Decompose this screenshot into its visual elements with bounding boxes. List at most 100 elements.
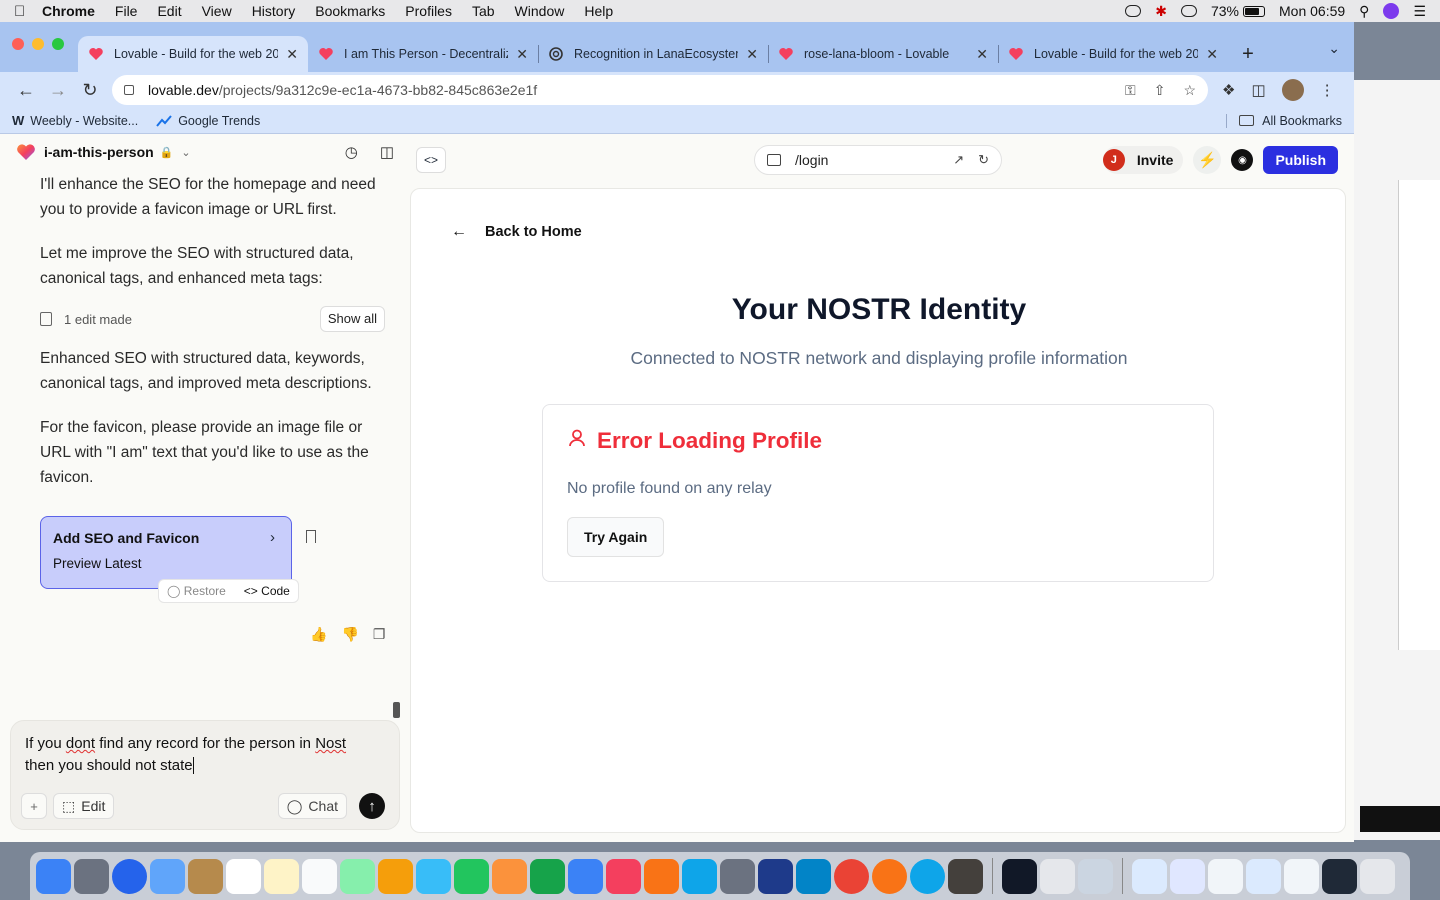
- facetime-icon[interactable]: [454, 858, 489, 894]
- keynote-icon[interactable]: [568, 858, 603, 894]
- books-icon[interactable]: [644, 858, 679, 894]
- minimized-window-icon[interactable]: [1170, 858, 1205, 894]
- key-icon[interactable]: ⚿: [1125, 82, 1136, 99]
- bookmark-google-trends[interactable]: Google Trends: [156, 114, 260, 128]
- preview-route-bar[interactable]: /login ↗ ↻: [754, 145, 1002, 175]
- close-tab-icon[interactable]: ✕: [746, 46, 758, 63]
- bookmark-icon[interactable]: [306, 530, 316, 543]
- menu-profiles[interactable]: Profiles: [405, 3, 452, 19]
- restore-button[interactable]: ◯ Restore: [167, 584, 226, 598]
- calendar-icon[interactable]: [226, 858, 261, 894]
- tab-lovable-2[interactable]: Lovable - Build for the web 20 ✕: [998, 36, 1228, 72]
- history-icon[interactable]: ◷: [345, 143, 358, 161]
- extensions-icon[interactable]: ❖: [1222, 81, 1235, 99]
- cloud-icon[interactable]: [1125, 5, 1142, 17]
- sidebar-toggle-icon[interactable]: ◫: [380, 143, 394, 161]
- safari-icon[interactable]: [112, 858, 147, 894]
- thumbs-down-icon[interactable]: 👎: [341, 626, 358, 643]
- reminders-icon[interactable]: [302, 858, 337, 894]
- lovable-logo-icon[interactable]: [16, 143, 36, 161]
- textedit-icon[interactable]: [1040, 858, 1075, 894]
- notes-icon[interactable]: [264, 858, 299, 894]
- send-button[interactable]: ↑: [359, 793, 385, 819]
- maps-icon[interactable]: [340, 858, 375, 894]
- migration-icon[interactable]: [796, 858, 831, 894]
- publish-button[interactable]: Publish: [1263, 146, 1338, 174]
- show-all-button[interactable]: Show all: [319, 306, 385, 332]
- chevron-down-icon[interactable]: ⌄: [181, 146, 190, 159]
- address-bar[interactable]: lovable.dev/projects/9a312c9e-ec1a-4673-…: [112, 75, 1208, 105]
- close-window-button[interactable]: [12, 38, 24, 50]
- menu-window[interactable]: Window: [515, 3, 565, 19]
- menu-history[interactable]: History: [252, 3, 296, 19]
- preview-app-icon[interactable]: [150, 858, 185, 894]
- attach-plus-button[interactable]: +: [21, 793, 47, 819]
- close-tab-icon[interactable]: ✕: [1206, 46, 1218, 63]
- preview-doc-icon[interactable]: [1078, 858, 1113, 894]
- tab-search-chevron-icon[interactable]: ⌄: [1328, 40, 1340, 57]
- menu-bookmarks[interactable]: Bookmarks: [315, 3, 385, 19]
- preview-route[interactable]: /login: [795, 152, 828, 168]
- music-icon[interactable]: [606, 858, 641, 894]
- back-to-home-link[interactable]: ← Back to Home: [451, 223, 582, 241]
- profile-avatar[interactable]: [1281, 79, 1304, 101]
- close-tab-icon[interactable]: ✕: [976, 46, 988, 63]
- new-tab-button[interactable]: +: [1228, 36, 1268, 72]
- share-icon[interactable]: ⇧: [1154, 82, 1166, 99]
- bookmark-weebly[interactable]: W Weebly - Website...: [12, 113, 138, 128]
- visual-edit-button[interactable]: ⬚ Edit: [53, 793, 115, 819]
- code-button[interactable]: <> Code: [244, 584, 290, 598]
- forward-arrow-icon[interactable]: →: [42, 80, 74, 101]
- chrome-icon[interactable]: [834, 858, 869, 894]
- side-panel-icon[interactable]: ◫: [1251, 81, 1265, 99]
- thumbs-up-icon[interactable]: 👍: [310, 626, 327, 643]
- bear-icon[interactable]: [948, 858, 983, 894]
- app-store-icon[interactable]: [682, 858, 717, 894]
- trash-icon[interactable]: [1360, 858, 1395, 894]
- menu-file[interactable]: File: [115, 3, 138, 19]
- tab-i-am-this-person[interactable]: I am This Person - Decentraliz ✕: [308, 36, 538, 72]
- pages-icon[interactable]: [492, 858, 527, 894]
- minimized-window-icon[interactable]: [1208, 858, 1243, 894]
- star-icon[interactable]: ☆: [1183, 82, 1196, 99]
- chat-mode-button[interactable]: ◯ Chat: [277, 793, 347, 819]
- code-view-toggle[interactable]: <>: [416, 147, 446, 173]
- menu-help[interactable]: Help: [584, 3, 613, 19]
- siri-icon[interactable]: [1383, 3, 1400, 19]
- battery-indicator[interactable]: 73%: [1211, 3, 1265, 19]
- skype-icon[interactable]: [910, 858, 945, 894]
- app-status-icon[interactable]: ✱: [1155, 3, 1167, 20]
- zoom-window-button[interactable]: [52, 38, 64, 50]
- close-tab-icon[interactable]: ✕: [516, 46, 528, 63]
- minimized-window-icon[interactable]: [1284, 858, 1319, 894]
- project-name[interactable]: i-am-this-person: [44, 144, 154, 160]
- supabase-bolt-icon[interactable]: ⚡: [1193, 146, 1222, 174]
- tab-lovable-active[interactable]: Lovable - Build for the web 20 ✕: [78, 36, 308, 72]
- menubar-clock[interactable]: Mon 06:59: [1279, 3, 1345, 19]
- menu-app-name[interactable]: Chrome: [42, 3, 95, 19]
- copy-icon[interactable]: ❐: [373, 626, 386, 643]
- menu-edit[interactable]: Edit: [157, 3, 181, 19]
- finder-icon[interactable]: [36, 858, 71, 894]
- wifi-icon[interactable]: [1180, 5, 1197, 17]
- tab-recognition[interactable]: Recognition in LanaEcosystem ✕: [538, 36, 768, 72]
- proxyman-icon[interactable]: [758, 858, 793, 894]
- close-tab-icon[interactable]: ✕: [286, 46, 298, 63]
- all-bookmarks-button[interactable]: All Bookmarks: [1226, 113, 1342, 128]
- refresh-icon[interactable]: ↻: [978, 152, 989, 168]
- chat-input-text[interactable]: If you dont find any record for the pers…: [25, 733, 375, 777]
- numbers-icon[interactable]: [530, 858, 565, 894]
- minimized-window-icon[interactable]: [1322, 858, 1357, 894]
- minimized-window-icon[interactable]: [1132, 858, 1167, 894]
- contacts-icon[interactable]: [188, 858, 223, 894]
- minimize-window-button[interactable]: [32, 38, 44, 50]
- reload-icon[interactable]: ↻: [74, 80, 106, 101]
- minimized-window-icon[interactable]: [1246, 858, 1281, 894]
- spotlight-icon[interactable]: ⚲: [1359, 3, 1369, 20]
- lock-icon[interactable]: [124, 85, 134, 95]
- system-settings-icon[interactable]: [720, 858, 755, 894]
- open-external-icon[interactable]: ↗: [953, 152, 964, 168]
- apple-icon[interactable]: : [14, 3, 42, 20]
- tab-rose-lana-bloom[interactable]: rose-lana-bloom - Lovable ✕: [768, 36, 998, 72]
- chat-scrollbar[interactable]: [393, 702, 400, 718]
